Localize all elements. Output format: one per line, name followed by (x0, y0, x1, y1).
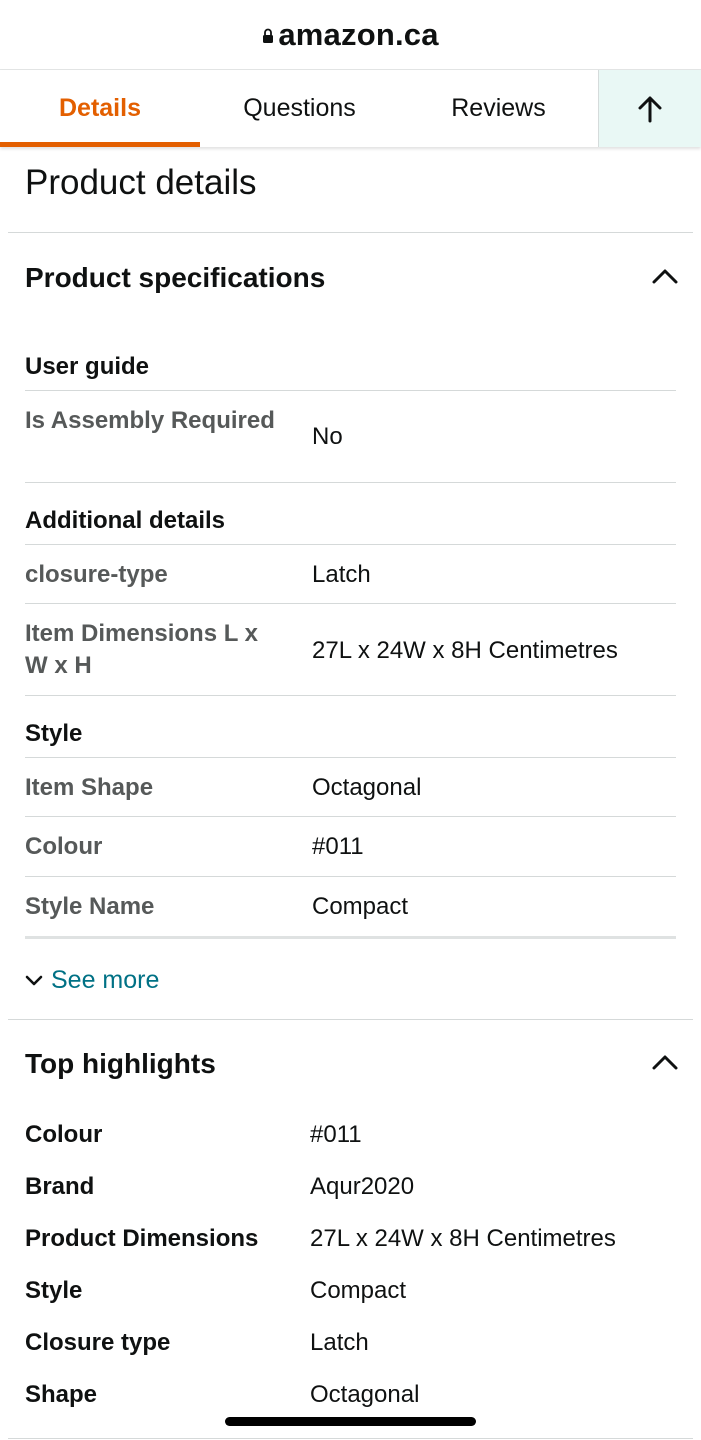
highlight-label: Product Dimensions (25, 1225, 259, 1252)
row-divider (25, 544, 676, 545)
page-title: Product details (25, 163, 257, 202)
spec-group-heading: User guide (25, 353, 150, 380)
specifications-title[interactable]: Product specifications (25, 262, 325, 294)
see-more-button[interactable]: See more (25, 966, 159, 995)
browser-host: amazon.ca (278, 16, 439, 52)
highlight-label: Colour (25, 1121, 103, 1148)
spec-value: Latch (312, 561, 371, 588)
row-divider (25, 876, 676, 877)
tab-questions-label: Questions (243, 94, 356, 122)
row-divider (25, 390, 676, 391)
spec-value: 27L x 24W x 8H Centimetres (312, 637, 618, 664)
spec-label: Colour (25, 833, 103, 860)
spec-label: Is Assembly Required (25, 407, 275, 434)
highlight-value: 27L x 24W x 8H Centimetres (310, 1225, 616, 1252)
active-tab-indicator (0, 142, 200, 147)
row-divider (25, 936, 676, 939)
highlights-title[interactable]: Top highlights (25, 1048, 216, 1080)
arrow-up-icon (638, 96, 662, 122)
spec-label: Item Dimensions L x W x H (25, 620, 258, 679)
highlight-label: Brand (25, 1173, 95, 1200)
spec-value: Octagonal (312, 774, 422, 801)
row-divider (25, 757, 676, 758)
divider (8, 1019, 693, 1020)
spec-group-heading: Additional details (25, 507, 226, 534)
tab-details-label: Details (59, 94, 141, 122)
row-divider (25, 482, 676, 483)
scroll-to-top-button[interactable] (598, 70, 701, 147)
highlight-value: Octagonal (310, 1381, 420, 1408)
highlight-label: Shape (25, 1381, 98, 1408)
see-more-label: See more (51, 966, 160, 994)
browser-url-bar[interactable]: amazon.ca (0, 0, 701, 70)
tab-details[interactable]: Details (0, 70, 200, 147)
spec-value: No (312, 423, 343, 450)
chevron-up-icon[interactable] (651, 267, 679, 285)
tab-reviews[interactable]: Reviews (399, 70, 598, 147)
row-divider (25, 816, 676, 817)
spec-label: Style Name (25, 893, 155, 920)
chevron-down-icon (25, 975, 43, 985)
spec-label: closure-type (25, 561, 168, 588)
highlight-value: Compact (310, 1277, 407, 1304)
row-divider (25, 603, 676, 604)
spec-label: Item Shape (25, 774, 154, 801)
spec-value: Compact (312, 893, 409, 920)
row-divider (25, 695, 676, 696)
highlight-label: Closure type (25, 1329, 171, 1356)
tab-questions[interactable]: Questions (200, 70, 399, 147)
home-indicator[interactable] (225, 1417, 476, 1426)
divider (8, 1438, 693, 1439)
lock-icon (263, 28, 274, 43)
spec-value: #011 (312, 833, 364, 860)
highlight-value: Latch (310, 1329, 369, 1356)
highlight-label: Style (25, 1277, 83, 1304)
highlight-value: #011 (310, 1121, 362, 1148)
divider (8, 232, 693, 233)
spec-group-heading: Style (25, 720, 83, 747)
section-tabs: Details Questions Reviews (0, 70, 701, 147)
chevron-up-icon[interactable] (651, 1053, 679, 1071)
tab-reviews-label: Reviews (451, 94, 546, 122)
highlight-value: Aqur2020 (310, 1173, 415, 1200)
